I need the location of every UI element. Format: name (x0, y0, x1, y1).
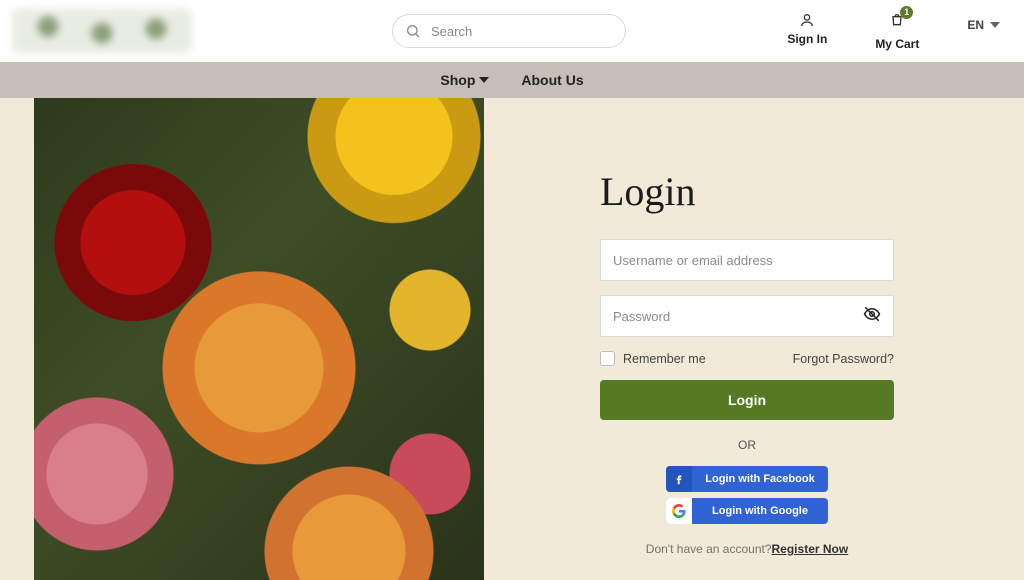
toggle-password-visibility[interactable] (863, 305, 881, 328)
password-field-wrap[interactable] (600, 295, 894, 337)
forgot-password-link[interactable]: Forgot Password? (793, 352, 894, 366)
cart-icon-wrap: 1 (889, 12, 905, 33)
cart-count-badge: 1 (900, 6, 913, 19)
google-icon (666, 498, 692, 524)
login-panel: Login Remember me Forgot Password? Login (484, 98, 1024, 580)
user-icon (799, 12, 815, 28)
login-google-button[interactable]: Login with Google (666, 498, 828, 524)
or-divider: OR (600, 438, 894, 452)
login-facebook-button[interactable]: Login with Facebook (666, 466, 828, 492)
nav-about[interactable]: About Us (521, 72, 583, 88)
eye-off-icon (863, 305, 881, 323)
social-login-group: Login with Facebook Login with Google (600, 466, 894, 524)
login-title: Login (600, 168, 894, 215)
username-field[interactable] (613, 253, 881, 268)
username-field-wrap[interactable] (600, 239, 894, 281)
register-prompt: Don't have an account?Register Now (600, 542, 894, 556)
remember-label: Remember me (623, 352, 706, 366)
search-input[interactable] (431, 24, 613, 39)
nav-bar: Shop About Us (0, 62, 1024, 98)
login-options-row: Remember me Forgot Password? (600, 351, 894, 366)
register-link[interactable]: Register Now (772, 542, 849, 556)
hero-image (34, 98, 484, 580)
site-logo[interactable] (12, 9, 192, 53)
login-button[interactable]: Login (600, 380, 894, 420)
signin-button[interactable]: Sign In (787, 12, 827, 46)
nav-about-label: About Us (521, 72, 583, 88)
main-area: Login Remember me Forgot Password? Login (0, 98, 1024, 580)
nav-shop[interactable]: Shop (440, 72, 489, 88)
signin-label: Sign In (787, 32, 827, 46)
top-bar: Sign In 1 My Cart EN (0, 0, 1024, 62)
password-field[interactable] (613, 309, 863, 324)
remember-me[interactable]: Remember me (600, 351, 706, 366)
cart-label: My Cart (875, 37, 919, 51)
search-box[interactable] (392, 14, 626, 48)
login-facebook-label: Login with Facebook (692, 473, 828, 485)
chevron-down-icon (990, 20, 1000, 30)
facebook-icon (666, 466, 692, 492)
topbar-right: Sign In 1 My Cart EN (787, 12, 1000, 51)
login-google-label: Login with Google (692, 505, 828, 517)
chevron-down-icon (479, 75, 489, 85)
nav-shop-label: Shop (440, 72, 475, 88)
language-selector[interactable]: EN (967, 18, 1000, 32)
language-label: EN (967, 18, 984, 32)
remember-checkbox[interactable] (600, 351, 615, 366)
cart-button[interactable]: 1 My Cart (875, 12, 919, 51)
search-icon (405, 23, 421, 39)
register-prompt-text: Don't have an account? (646, 542, 772, 556)
